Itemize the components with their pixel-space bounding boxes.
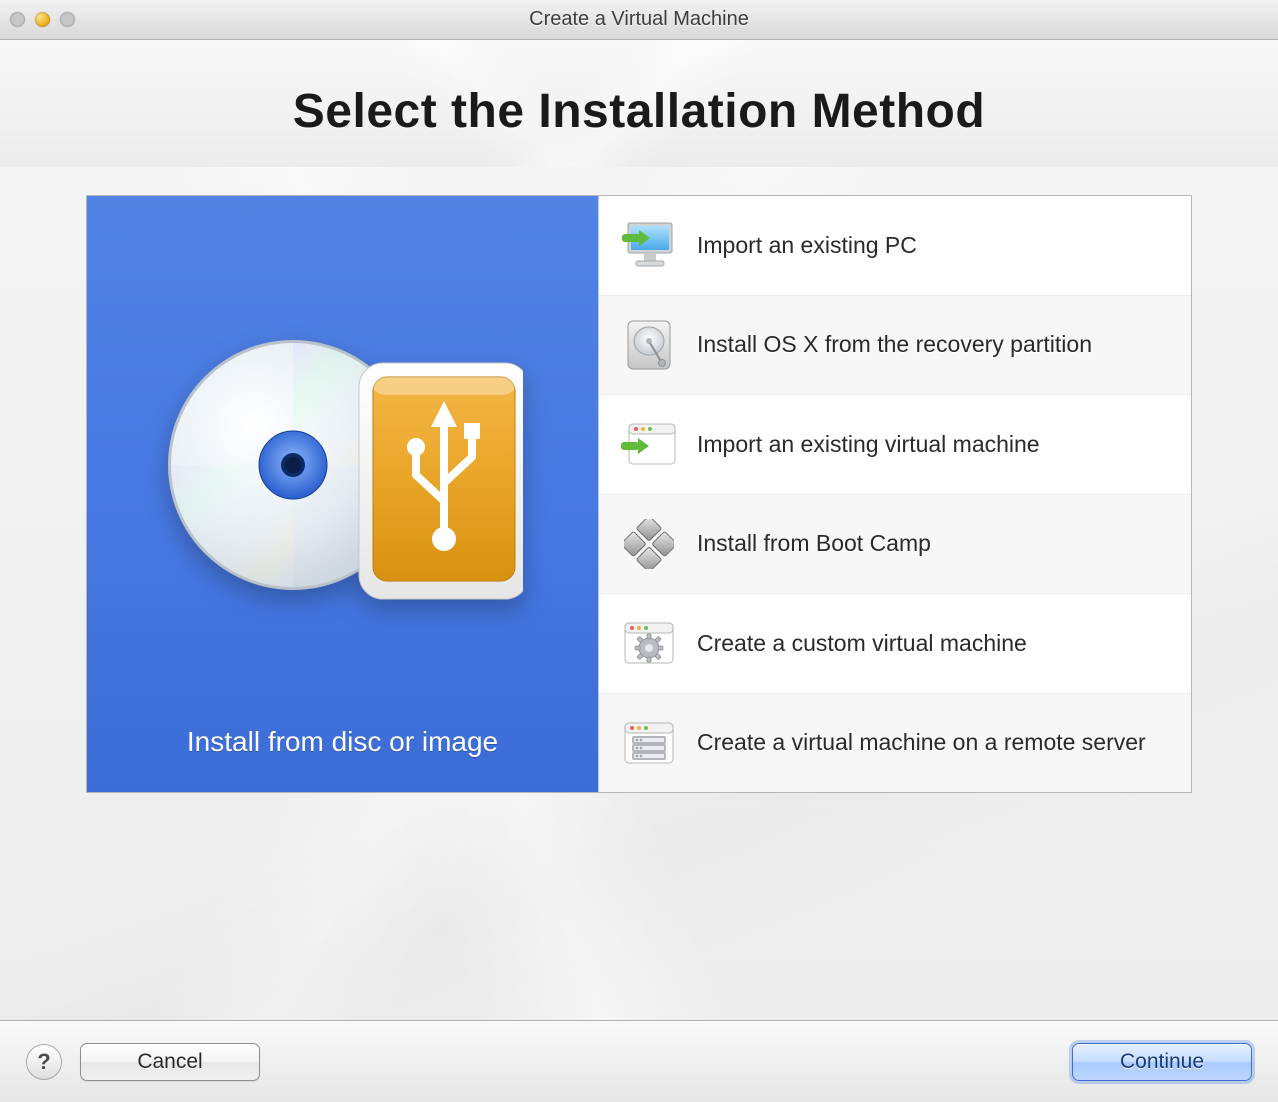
option-label: Install from Boot Camp <box>697 529 931 558</box>
footer: ? Cancel Continue <box>0 1020 1278 1102</box>
option-install-bootcamp[interactable]: Install from Boot Camp <box>599 495 1191 595</box>
hard-drive-icon <box>619 315 679 375</box>
close-window-button[interactable] <box>10 12 25 27</box>
selected-option-label: Install from disc or image <box>187 726 498 758</box>
option-list: Import an existing PC <box>599 196 1191 792</box>
minimize-window-button[interactable] <box>35 12 50 27</box>
selected-option[interactable]: Install from disc or image <box>87 196 599 792</box>
bootcamp-icon <box>619 514 679 574</box>
option-create-remote-vm[interactable]: Create a virtual machine on a remote ser… <box>599 694 1191 793</box>
option-create-custom-vm[interactable]: Create a custom virtual machine <box>599 594 1191 694</box>
import-pc-icon <box>619 215 679 275</box>
import-vm-icon <box>619 414 679 474</box>
zoom-window-button[interactable] <box>60 12 75 27</box>
header: Select the Installation Method <box>0 40 1278 167</box>
options-panel: Install from disc or image <box>86 195 1192 793</box>
continue-button[interactable]: Continue <box>1072 1043 1252 1081</box>
help-icon: ? <box>37 1049 50 1075</box>
option-label: Import an existing virtual machine <box>697 430 1040 459</box>
option-label: Install OS X from the recovery partition <box>697 330 1092 359</box>
titlebar: Create a Virtual Machine <box>0 0 1278 40</box>
window-controls <box>10 12 75 27</box>
option-import-existing-vm[interactable]: Import an existing virtual machine <box>599 395 1191 495</box>
option-label: Import an existing PC <box>697 231 917 260</box>
page-title: Select the Installation Method <box>0 84 1278 139</box>
option-install-osx-recovery[interactable]: Install OS X from the recovery partition <box>599 296 1191 396</box>
window-title: Create a Virtual Machine <box>0 8 1278 31</box>
content: Install from disc or image <box>0 167 1278 1020</box>
help-button[interactable]: ? <box>26 1044 62 1080</box>
gear-window-icon <box>619 613 679 673</box>
option-label: Create a virtual machine on a remote ser… <box>697 728 1146 757</box>
cancel-button-label: Cancel <box>137 1050 202 1074</box>
option-label: Create a custom virtual machine <box>697 629 1027 658</box>
disc-usb-icon <box>163 315 523 620</box>
continue-button-label: Continue <box>1120 1050 1204 1074</box>
cancel-button[interactable]: Cancel <box>80 1043 260 1081</box>
server-window-icon <box>619 713 679 773</box>
selected-option-illustration <box>87 196 598 702</box>
option-import-existing-pc[interactable]: Import an existing PC <box>599 196 1191 296</box>
